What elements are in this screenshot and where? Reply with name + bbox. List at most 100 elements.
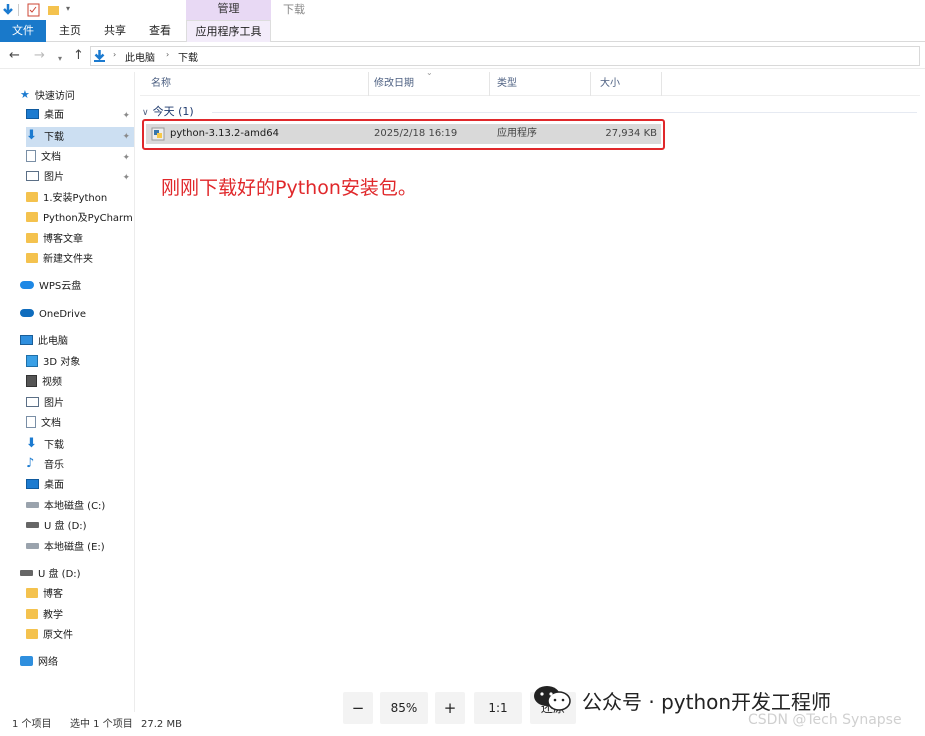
folder-icon [26,629,38,639]
tab-file[interactable]: 文件 [0,20,46,42]
sidebar-item-desktop[interactable]: 桌面 [26,476,134,496]
sidebar-item-documents[interactable]: 文档 ✦ [26,148,134,168]
sidebar-item-pictures[interactable]: 图片 [26,394,134,414]
new-folder-icon[interactable] [47,3,60,17]
ribbon-bar [0,20,925,42]
group-header[interactable]: ∨ 今天 (1) [142,103,194,119]
onedrive-cloud-icon [20,309,34,317]
folder-icon [26,233,38,243]
sidebar-item-folder[interactable]: 1.安装Python [26,189,134,209]
usb-drive-icon [26,522,39,528]
sidebar-quick-access[interactable]: ★ 快速访问 [20,86,135,106]
picture-icon [26,397,39,407]
sidebar-item-music[interactable]: ♪ 音乐 [26,455,134,475]
folder-icon [26,253,38,263]
column-name[interactable]: 名称 [142,72,369,96]
title-bar: ▾ [0,0,925,20]
sidebar-item-downloads[interactable]: ⬇ 下载 ✦ [26,127,134,147]
sidebar-this-pc[interactable]: 此电脑 [20,332,135,352]
csdn-watermark: CSDN @Tech Synapse [748,712,902,728]
folder-icon [26,609,38,619]
video-icon [26,375,37,387]
pin-icon: ✦ [122,132,130,142]
sidebar-item-folder[interactable]: 新建文件夹 [26,250,134,270]
desktop-icon [26,109,39,119]
pin-icon: ✦ [122,173,130,183]
sidebar-item-folder[interactable]: 博客 [26,585,134,605]
actual-size-button[interactable]: 1:1 [474,692,522,724]
address-bar[interactable] [90,46,920,66]
folder-icon [26,588,38,598]
zoom-in-button[interactable]: + [435,692,465,724]
sidebar-item-drive-e[interactable]: 本地磁盘 (E:) [26,538,134,558]
group-divider [212,112,917,113]
document-icon [26,150,36,162]
sidebar-item-3d-objects[interactable]: 3D 对象 [26,353,134,373]
document-icon [26,416,36,428]
hard-drive-icon [26,543,39,549]
recent-locations-icon[interactable]: ▾ [58,51,62,67]
sidebar-network[interactable]: 网络 [20,653,135,673]
column-type[interactable]: 类型 [488,72,591,96]
picture-icon [26,171,39,181]
download-arrow-icon[interactable] [1,3,15,17]
sidebar-item-folder[interactable]: 博客文章 [26,230,134,250]
breadcrumb-downloads[interactable]: 下载 [178,49,198,64]
zoom-out-button[interactable]: − [343,692,373,724]
tab-view[interactable]: 查看 [142,20,178,42]
download-arrow-icon: ⬇ [26,128,37,143]
pin-icon: ✦ [122,111,130,121]
annotation-text: 刚刚下载好的Python安装包。 [161,177,417,199]
sidebar-item-pictures[interactable]: 图片 ✦ [26,168,134,188]
sort-descending-icon: ⌄ [426,68,433,77]
quick-access-dropdown-icon[interactable]: ▾ [66,4,70,13]
tab-application-tools[interactable]: 应用程序工具 [186,20,271,42]
star-icon: ★ [20,88,30,101]
usb-drive-icon [20,570,33,576]
window-title: 下载 [283,3,305,16]
breadcrumb-separator-icon[interactable]: › [113,50,116,59]
breadcrumb-this-pc[interactable]: 此电脑 [125,49,155,64]
wechat-watermark: 公众号 · python开发工程师 [582,690,832,714]
back-icon[interactable]: ← [9,48,20,64]
status-selected-size: 27.2 MB [141,719,182,730]
sidebar-item-videos[interactable]: 视频 [26,373,134,393]
sidebar-onedrive[interactable]: OneDrive [20,305,135,325]
tab-share[interactable]: 共享 [97,20,133,42]
music-note-icon: ♪ [26,456,35,471]
manage-tab[interactable]: 管理 [186,0,271,20]
desktop-icon [26,479,39,489]
chevron-down-icon: ∨ [142,108,149,118]
download-folder-icon [94,50,105,62]
column-size[interactable]: 大小 [591,72,662,96]
cloud-icon [20,281,34,289]
download-arrow-icon: ⬇ [26,436,37,451]
tab-home[interactable]: 主页 [52,20,88,42]
sidebar-wps-cloud[interactable]: WPS云盘 [20,277,135,297]
folder-icon [26,192,38,202]
breadcrumb-separator-icon[interactable]: › [166,50,169,59]
sidebar-item-downloads[interactable]: ⬇ 下载 [26,435,134,455]
sidebar-item-drive-c[interactable]: 本地磁盘 (C:) [26,497,134,517]
forward-icon[interactable]: → [34,48,45,64]
status-selected-count: 选中 1 个项目 [70,719,133,730]
pin-icon: ✦ [122,153,130,163]
sidebar-item-folder[interactable]: 原文件 [26,626,134,646]
sidebar-item-desktop[interactable]: 桌面 ✦ [26,106,134,126]
folder-icon [26,212,38,222]
sidebar-item-documents[interactable]: 文档 [26,414,134,434]
zoom-level: 85% [380,692,428,724]
highlight-box [142,119,665,150]
sidebar-item-folder[interactable]: 教学 [26,606,134,626]
network-icon [20,656,33,666]
sidebar-item-drive-d[interactable]: U 盘 (D:) [26,517,134,537]
cube-icon [26,355,38,367]
hard-drive-icon [26,502,39,508]
computer-icon [20,335,33,345]
properties-icon[interactable] [27,3,40,17]
sidebar-item-folder[interactable]: Python及PyCharm [26,209,134,229]
wechat-logo-icon [534,686,571,711]
sidebar-usb-drive[interactable]: U 盘 (D:) [20,565,135,585]
up-icon[interactable]: ↑ [73,48,84,64]
status-item-count: 1 个项目 [12,719,52,730]
